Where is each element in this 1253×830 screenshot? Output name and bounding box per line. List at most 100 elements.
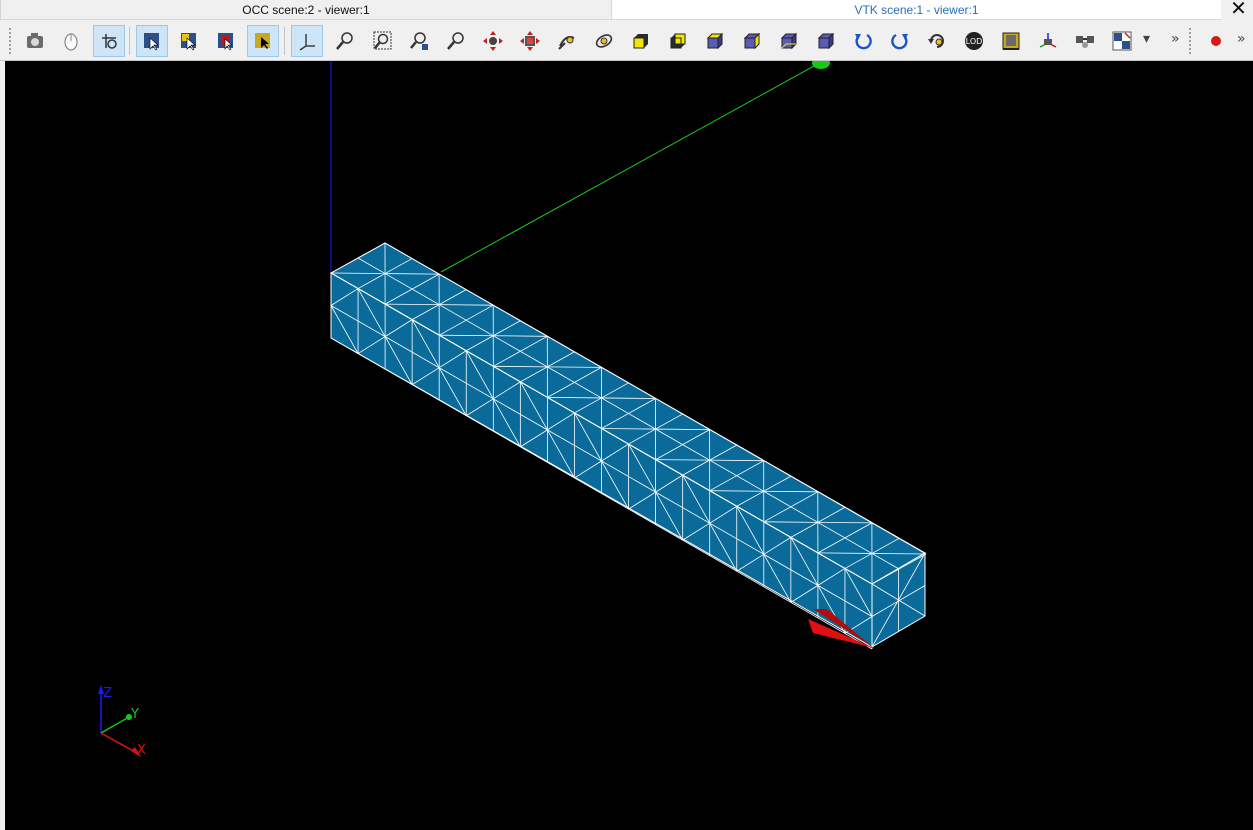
mesh-edge — [763, 490, 818, 493]
scene-canvas: Z Y X — [98, 61, 927, 758]
interaction-style-button[interactable] — [55, 25, 87, 57]
interaction-style-icon — [64, 33, 78, 51]
split-view-icon — [1112, 31, 1132, 51]
rotate-icon — [595, 34, 613, 48]
lod-button[interactable]: LOD — [958, 25, 990, 57]
lod-label: LOD — [966, 37, 983, 46]
mesh-edge — [385, 303, 440, 306]
triedron-x-axis — [100, 732, 138, 754]
fit-all-icon — [336, 32, 353, 50]
triedron-z-label: Z — [103, 686, 112, 701]
polygon-select-icon — [181, 33, 196, 51]
mesh-edge — [709, 459, 764, 462]
perspective-button[interactable] — [1032, 25, 1064, 57]
tab-vtk-viewer[interactable]: VTK scene:1 - viewer:1 — [612, 0, 1221, 20]
view-front-button[interactable] — [625, 25, 657, 57]
mesh-beam[interactable] — [329, 242, 927, 650]
close-view-button[interactable]: ✕ — [1224, 0, 1253, 20]
select-button[interactable] — [247, 25, 279, 57]
rotate-counterclockwise-icon — [855, 33, 872, 50]
toolbar-overflow-button[interactable]: » — [1171, 31, 1180, 47]
lod-icon: LOD — [965, 32, 983, 50]
view-top-button[interactable] — [699, 25, 731, 57]
preselection-button[interactable] — [210, 25, 242, 57]
synchronize-icon — [1076, 36, 1094, 48]
view-right-button[interactable] — [810, 25, 842, 57]
y-axis-arrow-tip — [812, 61, 830, 69]
fit-area-button[interactable] — [366, 25, 398, 57]
dump-view-icon — [27, 33, 43, 48]
change-rotation-point-button[interactable] — [551, 25, 583, 57]
triedron-y-axis — [100, 716, 130, 734]
global-pan-icon — [520, 31, 540, 51]
show-trihedron-icon — [299, 34, 315, 51]
split-view-dropdown-icon[interactable]: ▾ — [1143, 31, 1150, 47]
record-button[interactable] — [1200, 25, 1232, 57]
select-icon — [255, 33, 270, 49]
mesh-edge — [385, 273, 440, 275]
rotate-clockwise-icon — [891, 33, 908, 50]
view-left-button[interactable] — [773, 25, 805, 57]
pan-button[interactable] — [477, 25, 509, 57]
fit-all-button[interactable] — [329, 25, 361, 57]
triedron-y-label: Y — [130, 707, 139, 722]
view-bottom-button[interactable] — [736, 25, 768, 57]
rectangle-select-button[interactable] — [136, 25, 168, 57]
mesh-edge — [547, 366, 602, 368]
rotate-clockwise-button[interactable] — [884, 25, 916, 57]
mesh-edge — [817, 521, 872, 524]
mesh-edge — [601, 428, 656, 430]
rotate-button[interactable] — [588, 25, 620, 57]
view-top-icon — [706, 32, 724, 50]
fit-area-icon — [373, 31, 392, 50]
reset-view-button[interactable] — [921, 25, 953, 57]
mesh-edge — [817, 552, 872, 554]
record-icon — [1211, 36, 1221, 46]
mesh-edge — [439, 334, 494, 337]
mesh-edge — [601, 397, 656, 399]
zoom-button[interactable] — [440, 25, 472, 57]
vtk-3d-viewport[interactable]: Z Y X — [5, 61, 1253, 830]
perspective-icon — [1039, 33, 1057, 48]
mesh-edge — [493, 365, 548, 368]
show-trihedron-button[interactable] — [291, 25, 323, 57]
view-front-icon — [633, 34, 648, 49]
rectangle-select-icon — [144, 33, 159, 51]
toolbar-grip[interactable] — [8, 27, 12, 55]
mesh-edge — [439, 304, 494, 306]
zoom-icon — [447, 32, 464, 50]
graduated-axes-button[interactable] — [995, 25, 1027, 57]
rotate-counterclockwise-button[interactable] — [847, 25, 879, 57]
toolbar-overflow-button-2[interactable]: » — [1237, 31, 1246, 47]
mesh-edge — [330, 272, 386, 274]
fit-selection-button[interactable] — [403, 25, 435, 57]
mesh-edge — [655, 428, 710, 430]
zoom-style-icon — [102, 34, 117, 49]
mesh-edge — [709, 490, 764, 492]
mesh-edge — [547, 397, 602, 399]
view-left-icon — [780, 32, 798, 50]
y-axis-line — [440, 61, 824, 273]
toolbar-grip-2[interactable] — [1188, 27, 1192, 55]
mesh-edge — [871, 553, 927, 555]
mesh-edge — [493, 335, 548, 337]
polygon-select-button[interactable] — [173, 25, 205, 57]
fit-selection-icon — [410, 32, 428, 50]
global-pan-button[interactable] — [514, 25, 546, 57]
tab-occ-viewer[interactable]: OCC scene:2 - viewer:1 — [0, 0, 612, 20]
view-back-icon — [670, 33, 686, 49]
viewer-toolbar: LOD ▾ » » — [0, 21, 1253, 61]
view-back-button[interactable] — [662, 25, 694, 57]
reset-view-icon — [928, 34, 944, 48]
split-view-button[interactable] — [1106, 25, 1138, 57]
graduated-axes-icon — [1002, 32, 1020, 50]
zoom-style-button[interactable] — [93, 25, 125, 57]
view-right-icon — [817, 32, 835, 50]
axes-triedron: Z Y X — [98, 685, 146, 758]
view-tab-bar: OCC scene:2 - viewer:1 VTK scene:1 - vie… — [0, 0, 1253, 21]
mesh-edge — [763, 521, 818, 523]
dump-view-button[interactable] — [19, 25, 51, 57]
mesh-edge — [655, 459, 710, 461]
synchronize-button[interactable] — [1069, 25, 1101, 57]
view-bottom-icon — [743, 32, 761, 50]
